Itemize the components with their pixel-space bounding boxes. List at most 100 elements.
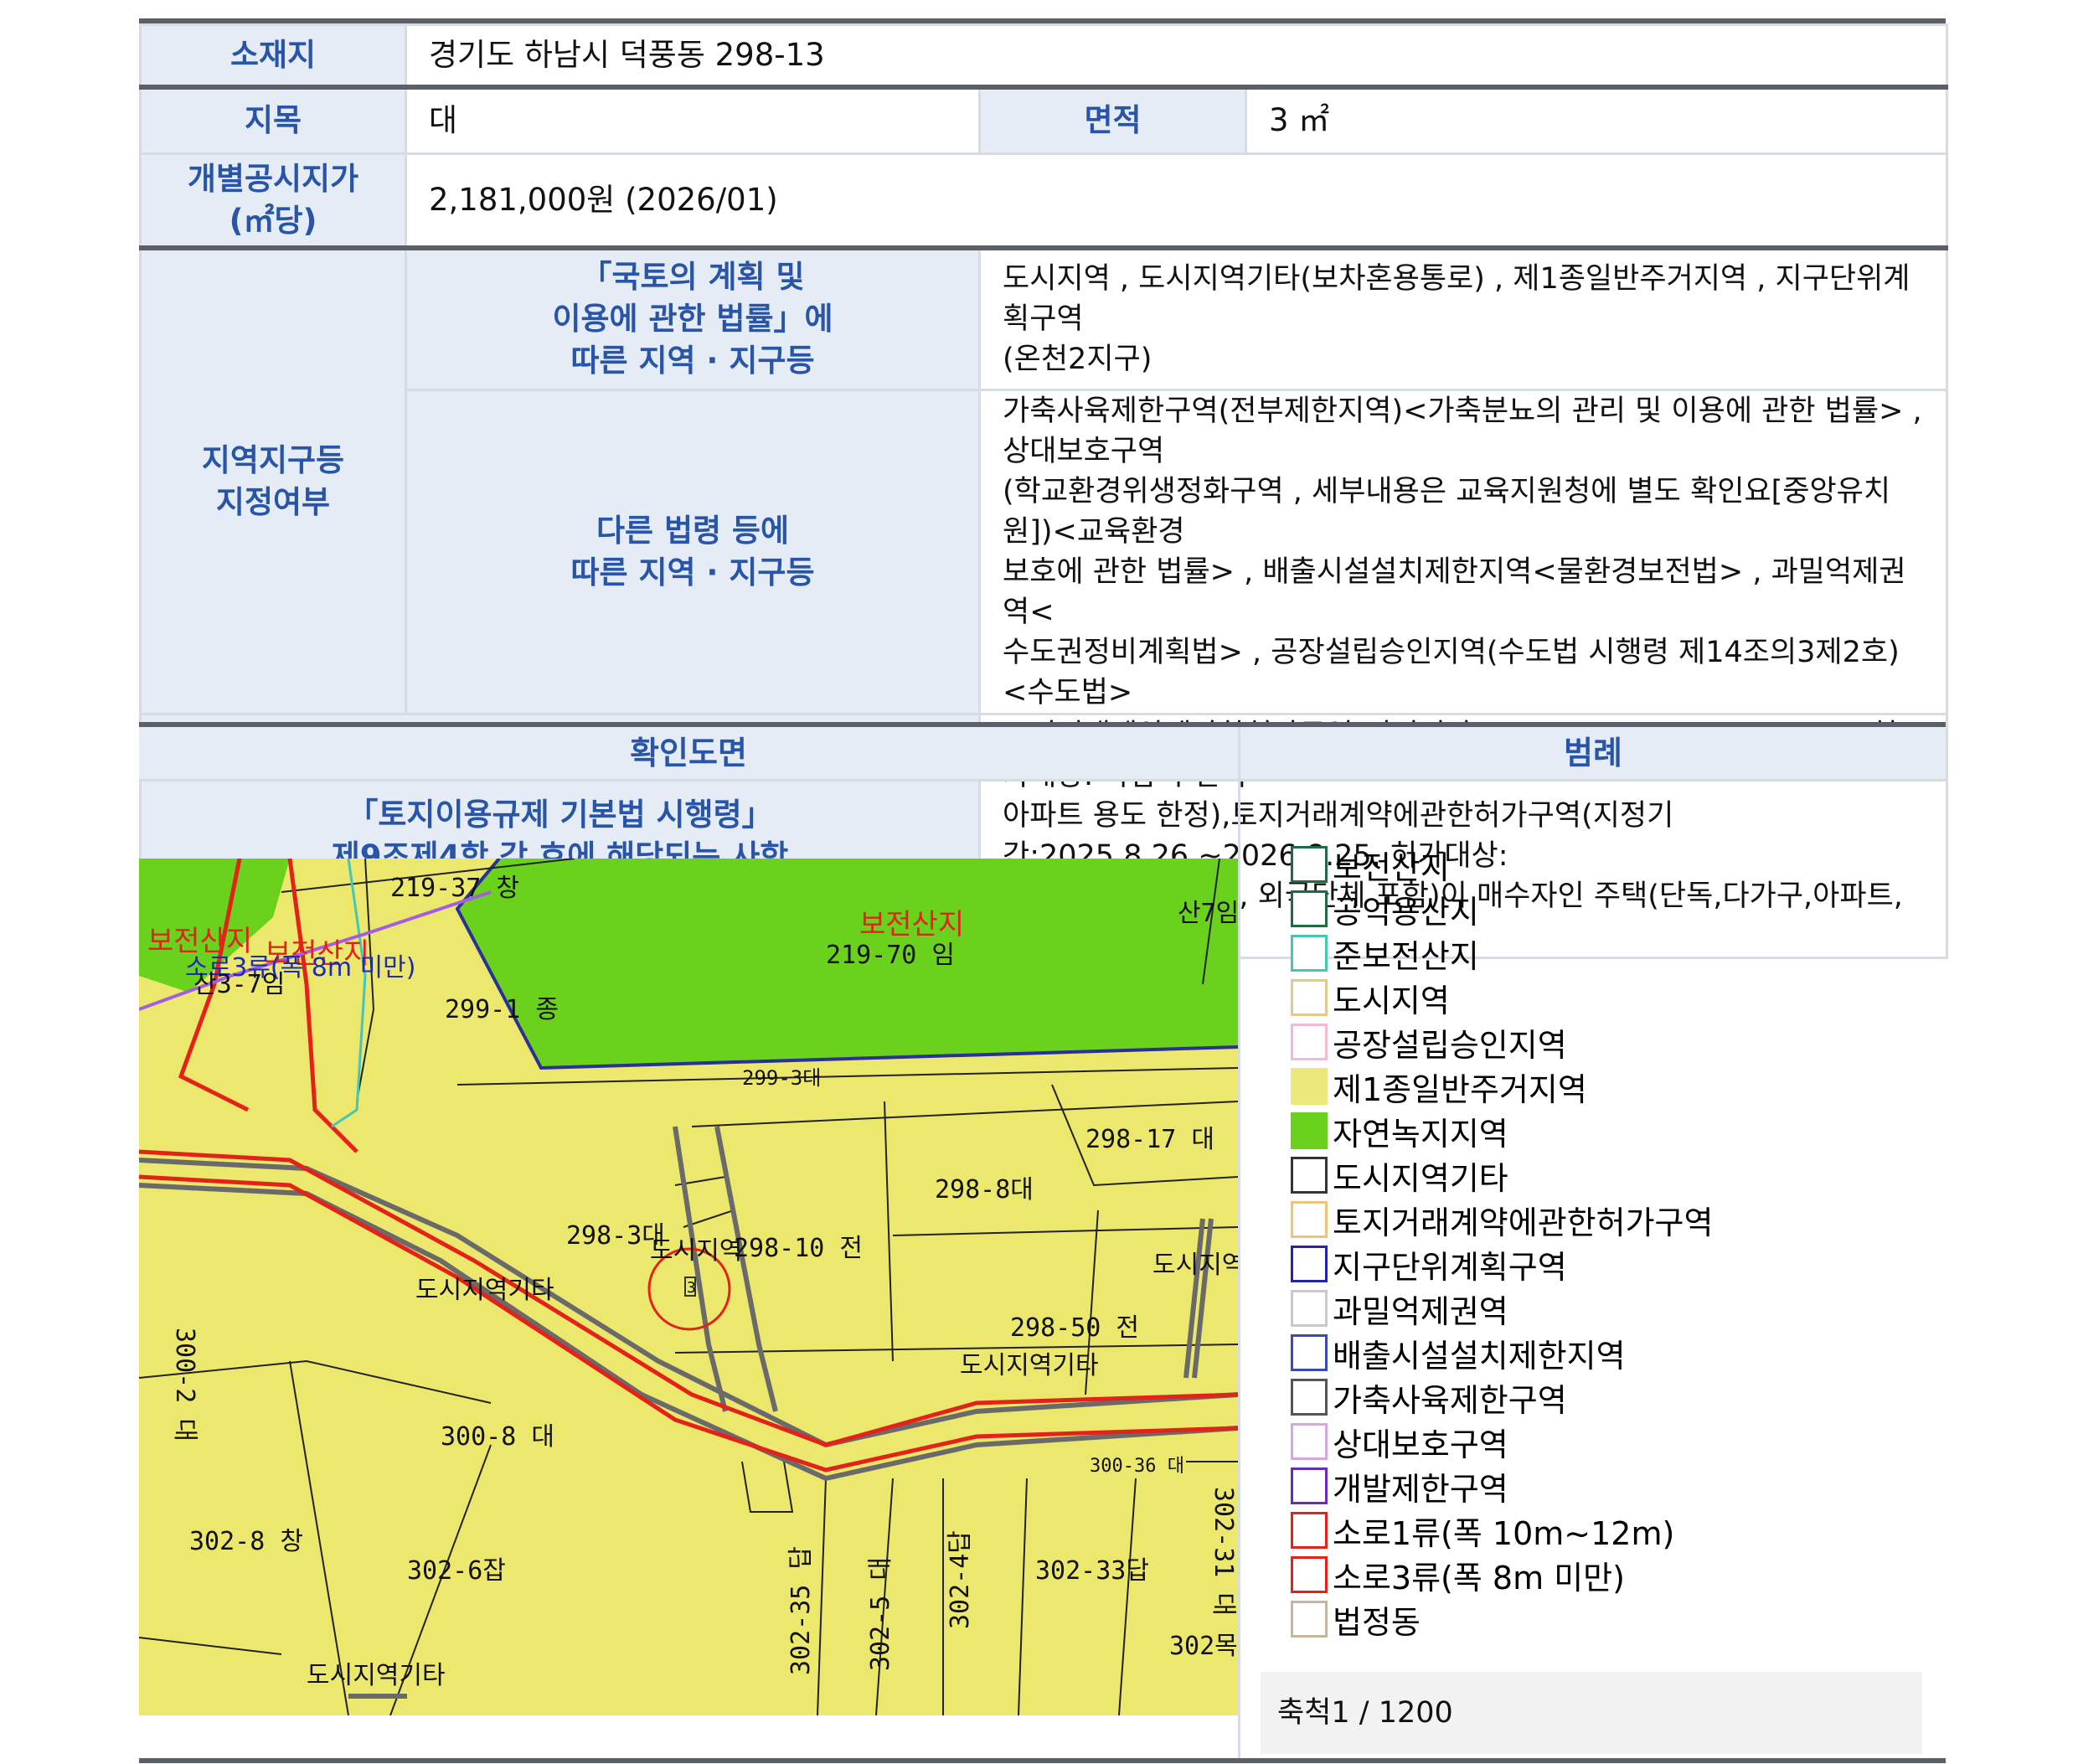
legend-swatch: [1291, 1157, 1328, 1194]
legend-label: 보전산지: [1333, 848, 1450, 886]
map-label: 302목: [1169, 1632, 1238, 1661]
legend-label: 소로3류(폭 8m 미만): [1333, 1559, 1625, 1596]
legend-label: 법정동: [1333, 1603, 1421, 1641]
map-label: 302-33답: [1035, 1556, 1149, 1586]
legend-item: 공익용산지: [1291, 889, 1479, 931]
map-label: 298-17 대: [1085, 1125, 1214, 1154]
legend-swatch: [1291, 1556, 1328, 1593]
legend-item: 준보전산지: [1291, 933, 1479, 975]
legend-item: 가축사육제한구역: [1291, 1377, 1567, 1419]
legend-item: 토지거래계약에관한허가구역: [1291, 1199, 1714, 1241]
national-law-value: 도시지역 , 도시지역기타(보차혼용통로) , 제1종일반주거지역 , 지구단위…: [977, 245, 1949, 391]
other-law-label-line2: 따른 지역 · 지구등: [570, 554, 815, 591]
legend-item: 제1종일반주거지역: [1291, 1066, 1587, 1108]
legend-swatch: [1291, 1112, 1328, 1149]
legend-label: 배출시설설치제한지역: [1333, 1337, 1626, 1375]
map-label: 3: [687, 1279, 696, 1297]
map-label: 299-3대: [742, 1066, 821, 1090]
legend-label: 개발제한구역: [1333, 1470, 1508, 1508]
map-label: 302-5 대: [866, 1557, 895, 1671]
price-value: 2,181,000원 (2026/01): [404, 152, 1949, 249]
legend-swatch: [1291, 1068, 1328, 1105]
legend-swatch: [1291, 1379, 1328, 1416]
map-label: 302-35 답: [786, 1546, 816, 1675]
bottom-border: [139, 1758, 1946, 1763]
legend-item: 지구단위계획구역: [1291, 1244, 1567, 1286]
other-law-label-line1: 다른 법령 등에: [596, 513, 789, 549]
legend-swatch: [1291, 1246, 1328, 1282]
price-label: 개별공시지가 (㎡당): [139, 152, 407, 249]
legend-item: 공장설립승인지역: [1291, 1022, 1567, 1064]
cadastral-map[interactable]: 219-37 창 219-70 임 산7임 보전산지 보전산지 보전산지 소로3…: [139, 859, 1238, 1715]
legend-label: 준보전산지: [1333, 937, 1479, 975]
area-label: 면적: [978, 84, 1247, 155]
map-label: 298-8대: [935, 1175, 1034, 1204]
legend-label: 소로1류(폭 10m~12m): [1333, 1514, 1675, 1552]
legend-label: 지구단위계획구역: [1333, 1248, 1567, 1286]
map-label: 산7임: [1178, 899, 1238, 928]
map-label: 302-6잡: [407, 1556, 506, 1586]
map-label: 298-10 전: [734, 1234, 863, 1263]
legend-label: 공익용산지: [1333, 893, 1479, 931]
other-law-label: 다른 법령 등에 따른 지역 · 지구등: [405, 389, 981, 715]
map-label: 300-2 대: [170, 1328, 199, 1442]
legend-label: 제1종일반주거지역: [1333, 1070, 1587, 1108]
national-law-label-line3: 따른 지역 · 지구등: [570, 343, 815, 379]
map-label: 보전산지: [859, 908, 964, 941]
legend-item: 도시지역기타: [1291, 1155, 1508, 1197]
map-label: 도시지역: [1152, 1251, 1238, 1280]
other-law-value-line2: (학교환경위생정화구역 , 세부내용은 교육지원청에 별도 확인요[중앙유치원]…: [1003, 475, 1891, 549]
map-label: 산3-7임: [193, 970, 285, 999]
legend-item: 소로1류(폭 10m~12m): [1291, 1510, 1674, 1552]
legend-item: 보전산지: [1291, 844, 1450, 886]
legend-swatch: [1291, 979, 1328, 1016]
jimok-value: 대: [405, 84, 981, 155]
map-label: 300-8 대: [441, 1422, 554, 1452]
legend-panel: 보전산지공익용산지준보전산지도시지역공장설립승인지역제1종일반주거지역 자연녹지지…: [1240, 781, 1946, 1758]
map-label: 302-4답: [946, 1530, 975, 1629]
land-use-document: 소재지 경기도 하남시 덕풍동 298-13 지목 대 면적 3 ㎡ 개별공시지…: [139, 18, 1949, 1764]
area-value: 3 ㎡: [1244, 84, 1949, 155]
legend-swatch: [1291, 1334, 1328, 1371]
map-label: 도시지역: [650, 1236, 742, 1266]
legend-label: 공장설립승인지역: [1333, 1026, 1567, 1064]
legend-item: 배출시설설치제한지역: [1291, 1333, 1626, 1375]
other-law-value-line1: 가축사육제한구역(전부제한지역)<가축분뇨의 관리 및 이용에 관한 법률> ,…: [1003, 395, 1922, 468]
legend-swatch: [1291, 1290, 1328, 1327]
legend-item: 도시지역: [1291, 977, 1450, 1019]
map-label: 219-37 창: [390, 874, 519, 903]
zone-label-line1: 지역지구등: [201, 441, 345, 478]
legend-item: 상대보호구역: [1291, 1421, 1508, 1463]
legend-swatch: [1291, 1601, 1328, 1638]
map-header: 확인도면: [139, 727, 1240, 781]
map-label: 219-70 임: [826, 941, 955, 970]
map-label: 302-8 창: [189, 1527, 303, 1556]
national-law-value-line1: 도시지역 , 도시지역기타(보차혼용통로) , 제1종일반주거지역 , 지구단위…: [1003, 262, 1910, 337]
other-law-value-line4: 수도권정비계획법> , 공장설립승인지역(수도법 시행령 제14조의3제2호)<…: [1003, 636, 1900, 709]
legend-item: 자연녹지지역: [1291, 1111, 1508, 1153]
legend-swatch: [1291, 890, 1328, 927]
legend-swatch: [1291, 1423, 1328, 1460]
legend-label: 과밀억제권역: [1333, 1292, 1508, 1330]
map-label: 도시지역기타: [415, 1276, 554, 1305]
map-label: 299-1 종: [445, 995, 559, 1024]
other-law-value-line3: 보호에 관한 법률> , 배출시설설치제한지역<물환경보전법> , 과밀억제권역…: [1003, 555, 1906, 629]
map-label: 도시지역기타: [307, 1661, 446, 1690]
zone-label-line2: 지정여부: [215, 483, 331, 520]
legend-label: 가축사육제한구역: [1333, 1381, 1567, 1419]
legend-item: 소로3류(폭 8m 미만): [1291, 1555, 1625, 1596]
map-scale: 축척1 / 1200: [1261, 1672, 1922, 1754]
location-label: 소재지: [139, 23, 407, 88]
legend-label: 도시지역: [1333, 982, 1450, 1019]
legend-label: 도시지역기타: [1333, 1159, 1508, 1197]
price-label-line2: (㎡당): [229, 202, 317, 239]
map-label: 298-50 전: [1010, 1313, 1139, 1343]
legend-label: 상대보호구역: [1333, 1426, 1508, 1463]
legend-swatch: [1291, 1201, 1328, 1238]
other-law-value: 가축사육제한구역(전부제한지역)<가축분뇨의 관리 및 이용에 관한 법률> ,…: [977, 389, 1949, 715]
legend-label: 토지거래계약에관한허가구역: [1333, 1204, 1714, 1241]
legend-swatch: [1291, 846, 1328, 883]
legend-swatch: [1291, 1467, 1328, 1504]
legend-item: 과밀억제권역: [1291, 1288, 1508, 1330]
map-label: 302-31 대: [1209, 1487, 1238, 1616]
